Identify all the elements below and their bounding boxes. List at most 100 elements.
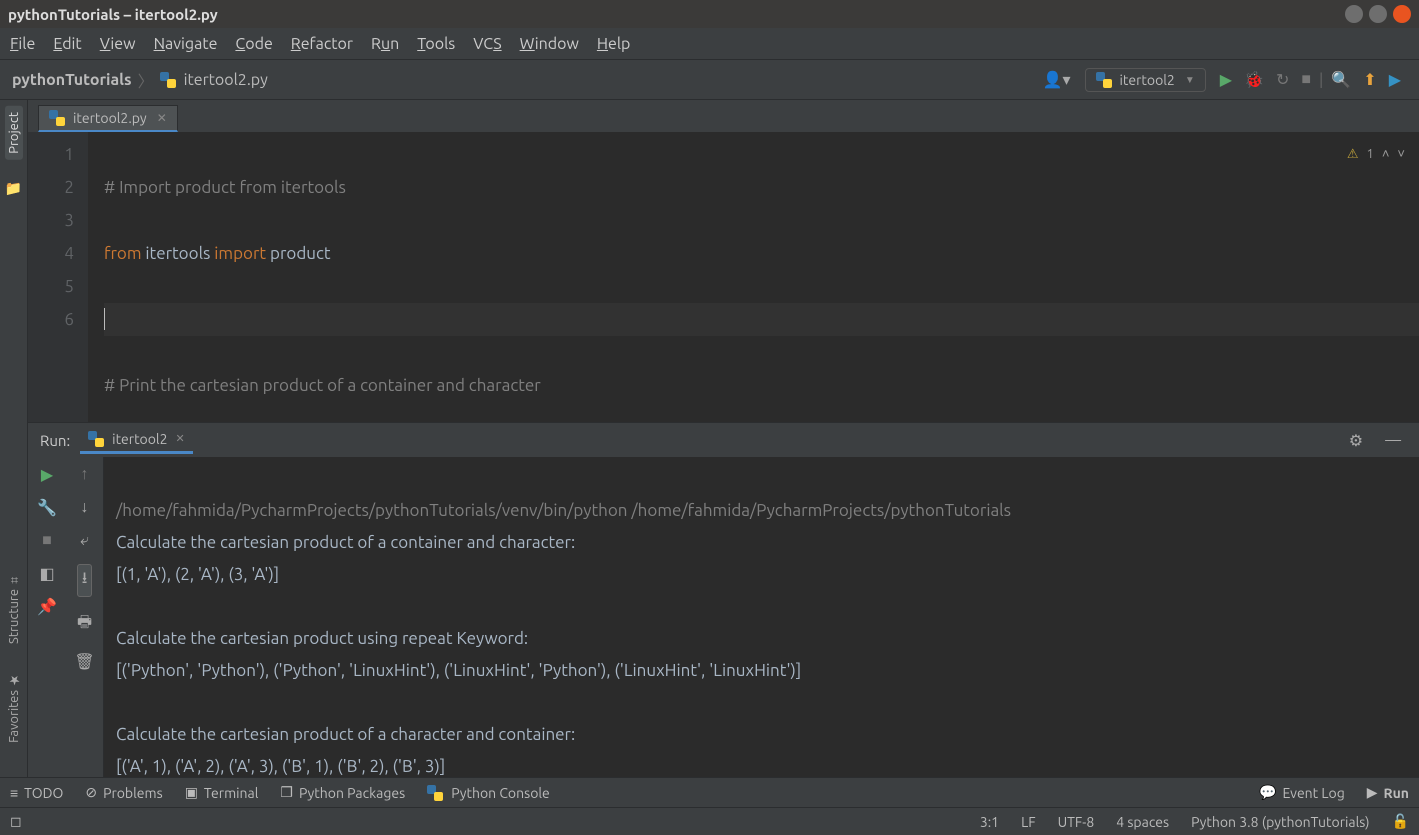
- bottom-event-log[interactable]: 💬Event Log: [1259, 784, 1345, 801]
- bottom-problems[interactable]: ⊘Problems: [85, 784, 162, 801]
- bottom-run[interactable]: ▶Run: [1367, 784, 1409, 801]
- bottom-python-packages[interactable]: ❒Python Packages: [280, 784, 405, 801]
- breadcrumb-separator: 〉: [138, 68, 154, 92]
- inspection-widget[interactable]: ⚠ 1 ˄ ˅: [1347, 138, 1405, 171]
- soft-wrap-icon[interactable]: ⤶: [80, 531, 89, 550]
- run-configuration-selector[interactable]: itertool2 ▼: [1085, 68, 1206, 92]
- settings-icon[interactable]: ⚙: [1349, 431, 1363, 450]
- menu-view[interactable]: View: [100, 35, 136, 53]
- code-area[interactable]: # Import product from itertools from ite…: [88, 132, 1419, 422]
- print-icon[interactable]: 🖶: [77, 611, 92, 638]
- chevron-down-icon[interactable]: ˅: [1397, 138, 1405, 171]
- editor-tab-label: itertool2.py: [73, 110, 147, 126]
- window-close-button[interactable]: [1393, 5, 1411, 23]
- bottom-todo[interactable]: ≡TODO: [10, 785, 63, 801]
- run-tab-label: itertool2: [112, 431, 167, 447]
- search-everywhere-button[interactable]: 🔍: [1331, 70, 1351, 89]
- layout-icon[interactable]: ◧: [39, 564, 54, 583]
- indent-settings[interactable]: 4 spaces: [1116, 814, 1169, 830]
- navigation-bar: pythonTutorials 〉 itertool2.py 👤▾ iterto…: [0, 60, 1419, 100]
- down-arrow-icon[interactable]: ↓: [81, 498, 89, 517]
- stop-button[interactable]: ■: [1301, 70, 1311, 89]
- console-output[interactable]: /home/fahmida/PycharmProjects/pythonTuto…: [104, 457, 1419, 777]
- main-menubar: File Edit View Navigate Code Refactor Ru…: [0, 28, 1419, 60]
- lock-icon[interactable]: 🔓: [1392, 813, 1409, 830]
- warning-icon: ⚠: [1347, 138, 1359, 171]
- left-tool-gutter: Project 📁 Structure ⌗ Favorites ★: [0, 100, 28, 777]
- toolwindow-project[interactable]: Project: [5, 106, 23, 160]
- up-arrow-icon[interactable]: ↑: [81, 465, 89, 484]
- hide-toolwindow-icon[interactable]: —: [1385, 431, 1401, 449]
- folder-icon[interactable]: 📁: [5, 180, 22, 197]
- warning-count: 1: [1366, 138, 1373, 171]
- add-configuration-icon[interactable]: 👤▾: [1043, 70, 1071, 89]
- python-file-icon: [160, 72, 176, 88]
- menu-file[interactable]: File: [10, 35, 35, 53]
- bottom-toolbar: ≡TODO ⊘Problems ▣Terminal ❒Python Packag…: [0, 777, 1419, 807]
- menu-vcs[interactable]: VCS: [473, 35, 501, 53]
- menu-tools[interactable]: Tools: [417, 35, 455, 53]
- ide-scripting-button[interactable]: ▶: [1389, 70, 1401, 89]
- editor-tab[interactable]: itertool2.py ✕: [38, 105, 178, 132]
- debug-button[interactable]: 🐞: [1244, 70, 1264, 89]
- run-toolwindow: Run: itertool2 ✕ ⚙ — ▶ 🔧 ■ ◧ 📌: [28, 422, 1419, 777]
- list-icon: ≡: [10, 785, 18, 801]
- menu-window[interactable]: Window: [520, 35, 579, 53]
- status-bar: ◻ 3:1 LF UTF-8 4 spaces Python 3.8 (pyth…: [0, 807, 1419, 835]
- menu-refactor[interactable]: Refactor: [291, 35, 353, 53]
- chat-icon: 💬: [1259, 784, 1276, 801]
- menu-code[interactable]: Code: [235, 35, 272, 53]
- wrench-icon[interactable]: 🔧: [37, 498, 57, 517]
- python-icon: [1096, 72, 1112, 88]
- run-tab[interactable]: itertool2 ✕: [80, 427, 193, 454]
- pin-icon[interactable]: 📌: [37, 597, 57, 616]
- bottom-terminal[interactable]: ▣Terminal: [185, 784, 259, 801]
- python-file-icon: [49, 110, 65, 126]
- toolwindow-favorites[interactable]: Favorites ★: [6, 668, 21, 747]
- run-toolbar-left: ▶ 🔧 ■ ◧ 📌: [28, 457, 66, 777]
- window-titlebar: pythonTutorials – itertool2.py: [0, 0, 1419, 28]
- python-interpreter[interactable]: Python 3.8 (pythonTutorials): [1191, 814, 1369, 830]
- menu-run[interactable]: Run: [371, 35, 399, 53]
- close-tab-icon[interactable]: ✕: [157, 111, 167, 125]
- run-button[interactable]: ▶: [1220, 70, 1232, 89]
- code-editor[interactable]: 1 2 3 4 5 6 # Import product from iterto…: [28, 132, 1419, 422]
- menu-navigate[interactable]: Navigate: [154, 35, 218, 53]
- run-coverage-button[interactable]: ↻: [1276, 70, 1289, 89]
- delete-icon[interactable]: 🗑: [74, 652, 94, 671]
- update-button[interactable]: ⬆: [1363, 70, 1376, 89]
- menu-help[interactable]: Help: [597, 35, 631, 53]
- window-maximize-button[interactable]: [1369, 5, 1387, 23]
- file-encoding[interactable]: UTF-8: [1058, 814, 1095, 830]
- menu-edit[interactable]: Edit: [53, 35, 81, 53]
- python-icon: [88, 431, 104, 447]
- run-toolbar-console: ↑ ↓ ⤶ ⭳ 🖶 🗑: [66, 457, 104, 777]
- run-title: Run:: [40, 432, 70, 449]
- scroll-to-end-icon[interactable]: ⭳: [77, 564, 93, 597]
- toolwindows-icon[interactable]: ◻: [10, 813, 22, 830]
- breadcrumb-file[interactable]: itertool2.py: [184, 71, 268, 89]
- close-icon[interactable]: ✕: [176, 432, 185, 445]
- toolwindow-structure[interactable]: Structure ⌗: [7, 569, 21, 648]
- text-caret: [104, 308, 105, 330]
- play-icon: ▶: [1367, 784, 1378, 801]
- chevron-up-icon[interactable]: ˄: [1382, 138, 1390, 171]
- stop-button[interactable]: ■: [42, 531, 52, 550]
- error-icon: ⊘: [85, 784, 97, 801]
- window-title: pythonTutorials – itertool2.py: [8, 6, 218, 23]
- caret-position[interactable]: 3:1: [980, 814, 999, 830]
- bottom-python-console[interactable]: Python Console: [427, 785, 550, 801]
- breadcrumb: pythonTutorials 〉 itertool2.py: [12, 68, 268, 92]
- editor-tabbar: itertool2.py ✕: [28, 100, 1419, 132]
- terminal-icon: ▣: [185, 784, 198, 801]
- rerun-button[interactable]: ▶: [41, 465, 53, 484]
- python-icon: [427, 785, 443, 801]
- dropdown-icon: ▼: [1185, 74, 1195, 86]
- line-separator[interactable]: LF: [1021, 814, 1036, 830]
- run-config-name: itertool2: [1120, 72, 1175, 88]
- window-minimize-button[interactable]: [1345, 5, 1363, 23]
- packages-icon: ❒: [280, 784, 293, 801]
- line-number-gutter: 1 2 3 4 5 6: [28, 132, 88, 422]
- run-header: Run: itertool2 ✕ ⚙ —: [28, 423, 1419, 457]
- breadcrumb-project[interactable]: pythonTutorials: [12, 71, 132, 89]
